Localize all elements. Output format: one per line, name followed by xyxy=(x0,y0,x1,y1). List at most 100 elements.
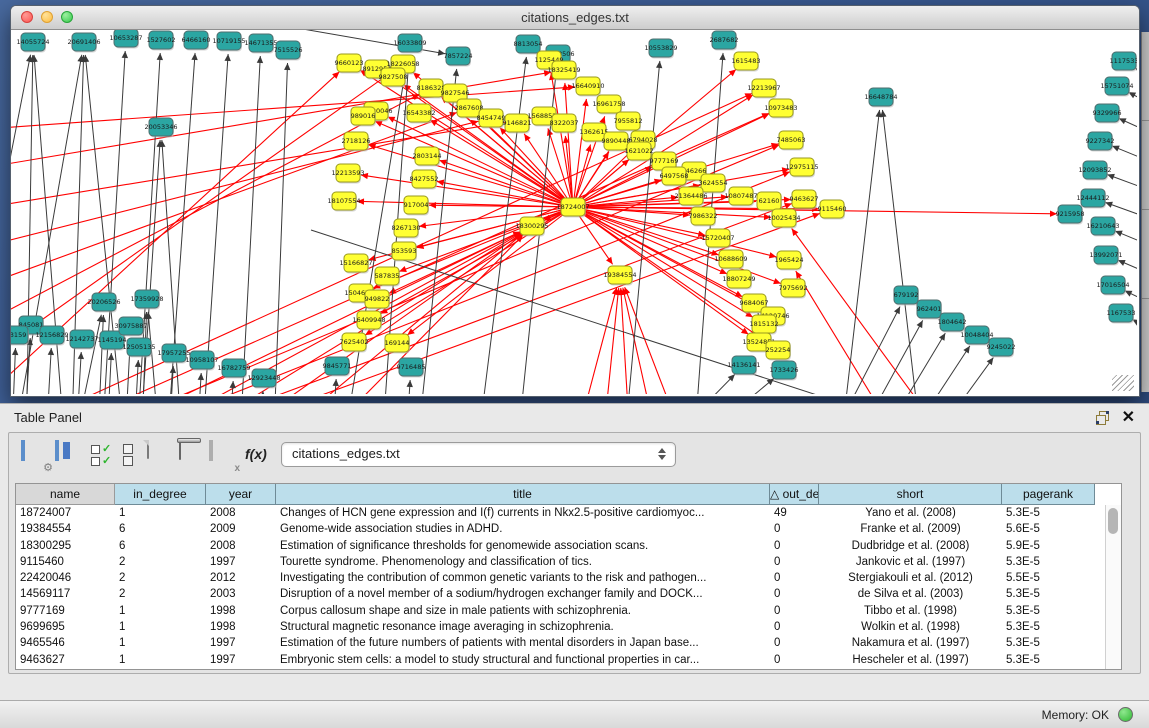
graph-edge[interactable] xyxy=(45,348,54,394)
table-row[interactable]: 1830029562008Estimation of significance … xyxy=(16,538,1106,554)
network-table-select[interactable]: citations_edges.txt xyxy=(281,442,676,467)
table-cell[interactable]: Tourette syndrome. Phenomenology and cla… xyxy=(276,554,770,570)
graph-node[interactable]: 9215958 xyxy=(1056,205,1085,225)
table-cell[interactable]: 14569117 xyxy=(16,586,115,602)
graph-edge[interactable] xyxy=(11,348,18,394)
graph-node[interactable]: 18724007 xyxy=(556,198,589,218)
table-row[interactable]: 946362711997Embryonic stem cells: a mode… xyxy=(16,652,1106,668)
graph-node[interactable]: 16409948 xyxy=(352,311,385,331)
graph-node[interactable]: 15751074 xyxy=(1100,77,1133,97)
table-row[interactable]: 1938455462009Genome-wide association stu… xyxy=(16,521,1106,537)
table-cell[interactable]: 6 xyxy=(115,538,206,554)
graph-node[interactable]: 8454749 xyxy=(477,109,506,129)
table-cell[interactable]: Nakamura et al. (1997) xyxy=(819,635,1002,651)
network-canvas[interactable]: 1872400718300295193845541405572420691406… xyxy=(11,30,1137,394)
graph-node[interactable]: 18107554 xyxy=(327,192,360,212)
table-row[interactable]: 1872400712008Changes of HCN gene express… xyxy=(16,505,1106,521)
graph-edge[interactable] xyxy=(618,288,631,394)
table-cell[interactable]: 5.3E-5 xyxy=(1002,635,1095,651)
table-cell[interactable]: 6 xyxy=(115,521,206,537)
table-cell[interactable]: 18300295 xyxy=(16,538,115,554)
graph-edge[interactable] xyxy=(563,136,573,207)
graph-node[interactable]: 9329966 xyxy=(1093,104,1122,124)
graph-node[interactable]: 7625402 xyxy=(340,333,369,353)
table-cell[interactable]: 0 xyxy=(770,619,819,635)
graph-node[interactable]: 1527602 xyxy=(147,31,176,51)
graph-edge[interactable] xyxy=(75,352,84,394)
graph-node[interactable]: 2718126 xyxy=(342,132,371,152)
graph-edge[interactable] xyxy=(676,378,774,394)
graph-node[interactable]: 20691406 xyxy=(67,33,100,53)
graph-node[interactable]: 1965424 xyxy=(775,251,804,271)
table-cell[interactable]: Investigating the contribution of common… xyxy=(276,570,770,586)
table-cell[interactable]: 9777169 xyxy=(16,603,115,619)
graph-node[interactable]: 10973483 xyxy=(764,99,797,119)
graph-edge[interactable] xyxy=(1119,118,1137,142)
column-header-in_degree[interactable]: in_degree xyxy=(115,484,206,505)
graph-node[interactable]: 9660123 xyxy=(335,54,364,74)
graph-node[interactable]: 6466160 xyxy=(182,31,211,51)
graph-node[interactable]: 10553829 xyxy=(644,39,677,59)
table-cell[interactable]: 1 xyxy=(115,635,206,651)
table-cell[interactable]: Stergiakouli et al. (2012) xyxy=(819,570,1002,586)
table-cell[interactable]: 5.3E-5 xyxy=(1002,505,1095,521)
vertical-scrollbar[interactable] xyxy=(1105,505,1121,669)
graph-node[interactable]: 15166827 xyxy=(339,254,372,274)
table-cell[interactable]: 2003 xyxy=(206,586,276,602)
select-rows-button[interactable]: ✓ ✓ xyxy=(91,444,117,470)
graph-node[interactable]: 12156829 xyxy=(35,326,68,346)
table-cell[interactable]: 2 xyxy=(115,570,206,586)
table-cell[interactable]: Estimation of the future numbers of pati… xyxy=(276,635,770,651)
column-header-short[interactable]: short xyxy=(819,484,1002,505)
graph-node[interactable]: 12213593 xyxy=(331,164,364,184)
graph-edge[interactable] xyxy=(1128,92,1137,115)
graph-node[interactable]: 16210643 xyxy=(1086,217,1119,237)
close-panel-icon[interactable]: ✕ xyxy=(1122,407,1135,427)
table-cell[interactable]: 1998 xyxy=(206,619,276,635)
graph-edge[interactable] xyxy=(71,315,103,394)
table-cell[interactable]: Embryonic stem cells: a model to study s… xyxy=(276,652,770,668)
table-cell[interactable]: 0 xyxy=(770,570,819,586)
table-cell[interactable]: 5.6E-5 xyxy=(1002,521,1095,537)
graph-node[interactable]: 1117533 xyxy=(1110,52,1137,72)
graph-edge[interactable] xyxy=(1135,68,1137,90)
table-cell[interactable]: 0 xyxy=(770,521,819,537)
table-cell[interactable]: 0 xyxy=(770,586,819,602)
graph-node[interactable]: 9227342 xyxy=(1086,132,1115,152)
graph-node[interactable]: 9827508 xyxy=(379,68,408,88)
graph-node[interactable]: 21364486 xyxy=(674,187,707,207)
table-cell[interactable]: 2012 xyxy=(206,570,276,586)
table-cell[interactable]: Wolkin et al. (1998) xyxy=(819,619,1002,635)
graph-node[interactable]: 853593 xyxy=(392,242,417,262)
zoom-window-button[interactable] xyxy=(61,11,73,23)
graph-node[interactable]: 9115460 xyxy=(818,200,847,220)
graph-node[interactable]: 587835 xyxy=(375,267,400,287)
graph-node[interactable]: 14055724 xyxy=(16,33,49,53)
graph-edge[interactable] xyxy=(11,72,392,370)
table-cell[interactable]: 5.3E-5 xyxy=(1002,603,1095,619)
table-row[interactable]: 2242004622012Investigating the contribut… xyxy=(16,570,1106,586)
table-cell[interactable]: 49 xyxy=(770,505,819,521)
network-window[interactable]: citations_edges.txt 18724007183002951938… xyxy=(10,5,1140,397)
table-cell[interactable]: Yano et al. (2008) xyxy=(819,505,1002,521)
delete-table-button[interactable] xyxy=(179,442,205,468)
column-header-year[interactable]: year xyxy=(206,484,276,505)
graph-node[interactable]: 8427552 xyxy=(410,170,439,190)
graph-node[interactable]: 9845771 xyxy=(323,357,352,377)
graph-node[interactable]: 2803144 xyxy=(413,147,442,167)
graph-node[interactable]: 989016 xyxy=(351,107,376,127)
column-header-out_de[interactable]: △ out_de... xyxy=(770,484,819,505)
float-panel-icon[interactable] xyxy=(1096,411,1109,424)
graph-node[interactable]: 12975115 xyxy=(785,158,818,178)
graph-edge[interactable] xyxy=(101,232,521,394)
graph-node[interactable]: 12093852 xyxy=(1078,161,1111,181)
table-cell[interactable]: 0 xyxy=(770,554,819,570)
graph-node[interactable]: 9716485 xyxy=(397,358,426,378)
table-cell[interactable]: 1997 xyxy=(206,554,276,570)
graph-node[interactable]: 7975692 xyxy=(779,279,808,299)
graph-node[interactable]: 1815132 xyxy=(750,315,779,335)
graph-node[interactable]: 7857224 xyxy=(444,47,473,67)
table-cell[interactable]: 0 xyxy=(770,652,819,668)
table-cell[interactable]: 0 xyxy=(770,603,819,619)
graph-node[interactable]: 18325419 xyxy=(547,61,580,81)
